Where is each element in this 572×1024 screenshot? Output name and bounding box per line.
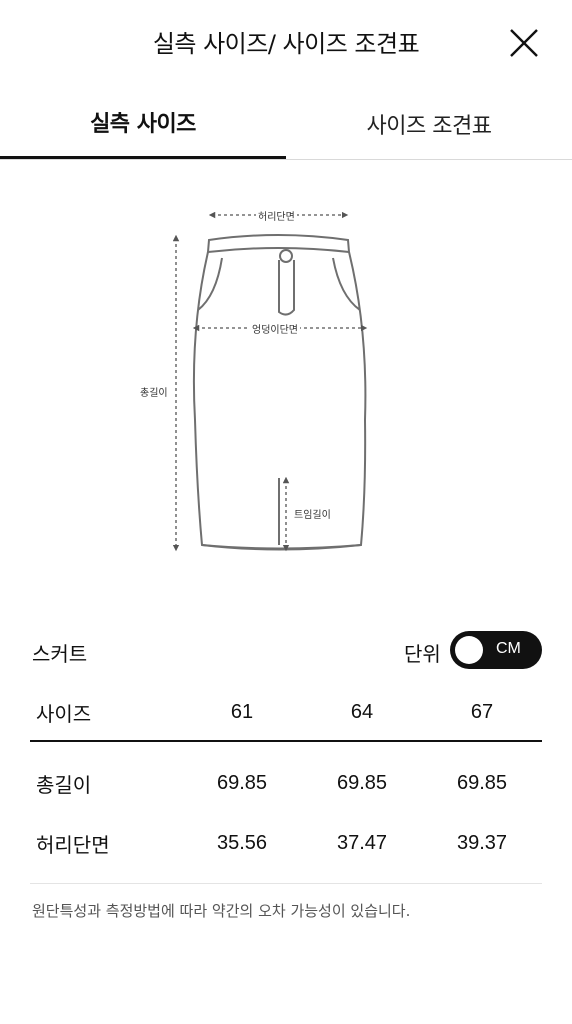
table-body: 총길이 69.85 69.85 69.85 허리단면 35.56 37.47 3… <box>30 753 542 873</box>
row-label: 총길이 <box>36 772 92 797</box>
hip-width-label: 엉덩이단면 <box>250 321 300 336</box>
table-cell: 69.85 <box>336 771 388 794</box>
waist-width-label: 허리단면 <box>256 208 297 223</box>
skirt-illustration <box>172 211 368 552</box>
table-cell: 69.85 <box>216 771 268 794</box>
divider <box>30 883 542 884</box>
table-row: 허리단면 35.56 37.47 39.37 <box>30 813 542 873</box>
header: 실측 사이즈/ 사이즈 조견표 <box>0 0 572 88</box>
close-button[interactable] <box>505 26 541 62</box>
size-table: 사이즈 61 64 67 총길이 69.85 69.85 69.85 허리단면 … <box>30 682 542 873</box>
tab-size-chart[interactable]: 사이즈 조견표 <box>286 88 572 160</box>
table-header-cell: 67 <box>470 700 494 723</box>
slit-length-label: 트임길이 <box>292 506 333 521</box>
unit-toggle[interactable]: CM <box>450 631 542 669</box>
skirt-measurement-diagram: 허리단면 엉덩이단면 총길이 트임길이 <box>0 160 572 600</box>
toggle-knob <box>455 636 483 664</box>
measurement-note: 원단특성과 측정방법에 따라 약간의 오차 가능성이 있습니다. <box>32 902 411 920</box>
close-icon <box>510 29 538 57</box>
table-header-cell: 64 <box>350 700 374 723</box>
page-title: 실측 사이즈/ 사이즈 조견표 <box>152 30 420 58</box>
unit-label: 단위 <box>404 642 441 666</box>
table-cell: 69.85 <box>456 771 508 794</box>
section-header: 스커트 단위 CM <box>0 628 572 674</box>
table-header-row: 사이즈 61 64 67 <box>30 682 542 742</box>
table-cell: 39.37 <box>456 831 508 854</box>
row-label: 허리단면 <box>36 832 110 857</box>
table-header-label: 사이즈 <box>36 701 92 726</box>
tab-bar: 실측 사이즈 사이즈 조견표 <box>0 88 572 160</box>
table-cell: 35.56 <box>216 831 268 854</box>
total-length-label: 총길이 <box>138 384 170 399</box>
section-title: 스커트 <box>32 642 88 666</box>
table-cell: 37.47 <box>336 831 388 854</box>
tab-actual-size[interactable]: 실측 사이즈 <box>0 88 286 159</box>
unit-toggle-text: CM <box>496 640 521 657</box>
table-header-cell: 61 <box>230 700 254 723</box>
table-row: 총길이 69.85 69.85 69.85 <box>30 753 542 813</box>
